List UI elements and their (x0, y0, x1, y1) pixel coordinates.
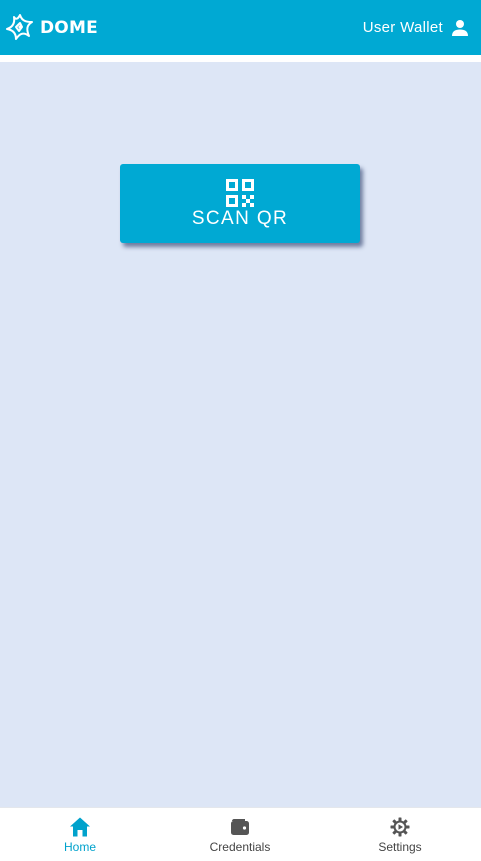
nav-label-home: Home (63, 840, 96, 854)
nav-item-home[interactable]: Home (40, 808, 120, 861)
scan-qr-button[interactable]: SCAN QR (120, 164, 360, 243)
user-wallet-label: User Wallet (362, 19, 443, 36)
gear-icon (390, 817, 410, 837)
nav-label-credentials: Credentials (209, 840, 271, 854)
header-divider (0, 55, 481, 62)
qr-code-icon (226, 179, 254, 207)
nav-item-settings[interactable]: Settings (360, 808, 440, 861)
top-app-bar: DOME User Wallet (0, 0, 481, 55)
wallet-icon (231, 819, 249, 835)
brand[interactable]: DOME (4, 12, 98, 44)
nav-label-settings: Settings (378, 840, 422, 854)
nav-item-credentials[interactable]: Credentials (190, 808, 290, 861)
dome-logo-icon (6, 13, 33, 40)
bottom-navigation: Home Credentials Settings (0, 807, 481, 861)
home-icon (70, 817, 90, 837)
person-icon (452, 19, 468, 36)
scan-qr-label: SCAN QR (191, 208, 289, 229)
app-root: DOME User Wallet SCAN QR Home Credential… (0, 0, 481, 861)
brand-name: DOME (40, 17, 98, 38)
user-wallet-menu[interactable]: User Wallet (363, 19, 469, 37)
